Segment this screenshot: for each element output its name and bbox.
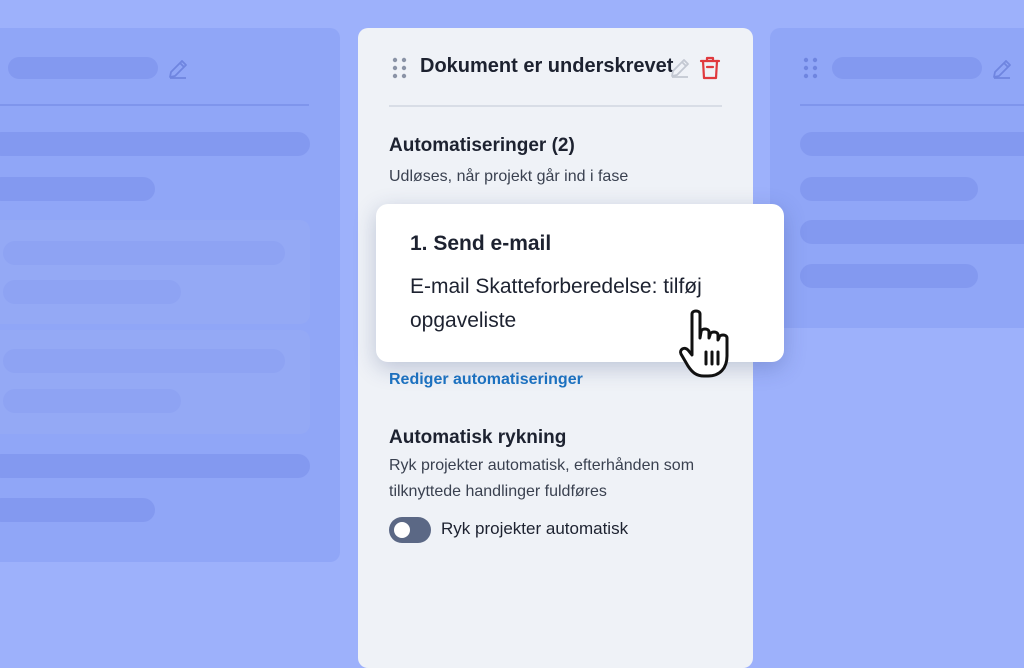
hand-cursor-icon xyxy=(678,308,740,385)
left-placeholder-line xyxy=(3,349,285,373)
left-placeholder-line xyxy=(0,498,155,522)
left-column-divider xyxy=(0,104,309,106)
left-placeholder-line xyxy=(3,389,181,413)
auto-advance-heading: Automatisk rykning xyxy=(389,427,567,448)
automations-description: Udløses, når projekt går ind i fase xyxy=(389,168,629,185)
left-subcard xyxy=(0,330,310,434)
right-column-divider xyxy=(800,104,1024,106)
auto-advance-toggle[interactable] xyxy=(389,517,431,543)
left-column-title-placeholder xyxy=(8,57,158,79)
pencil-icon[interactable] xyxy=(668,56,692,85)
drag-handle-icon xyxy=(802,56,820,85)
right-placeholder-line xyxy=(800,177,978,201)
automation-title: 1. Send e-mail xyxy=(410,232,552,255)
edit-automations-link[interactable]: Rediger automatiseringer xyxy=(389,371,583,389)
stage-title: Dokument er underskrevet xyxy=(420,55,674,77)
left-placeholder-line xyxy=(0,454,310,478)
right-placeholder-line xyxy=(800,220,1024,244)
toggle-knob xyxy=(394,522,410,538)
panel-divider xyxy=(389,105,722,107)
left-placeholder-line xyxy=(0,132,310,156)
pencil-icon xyxy=(990,57,1014,86)
right-column-title-placeholder xyxy=(832,57,982,79)
pencil-icon xyxy=(166,57,190,86)
left-placeholder-line xyxy=(0,177,155,201)
left-placeholder-line xyxy=(3,241,285,265)
drag-handle-icon[interactable] xyxy=(391,56,409,85)
right-placeholder-line xyxy=(800,264,978,288)
automation-description: E-mail Skatteforberedelse: tilføj opgave… xyxy=(410,275,702,332)
left-subcard xyxy=(0,220,310,324)
toggle-label: Ryk projekter automatisk xyxy=(441,519,629,538)
trash-icon[interactable] xyxy=(698,55,722,86)
automations-heading: Automatiseringer (2) xyxy=(389,135,575,156)
right-placeholder-line xyxy=(800,132,1024,156)
left-placeholder-line xyxy=(3,280,181,304)
auto-advance-description: Ryk projekter automatisk, efterhånden so… xyxy=(389,457,695,500)
